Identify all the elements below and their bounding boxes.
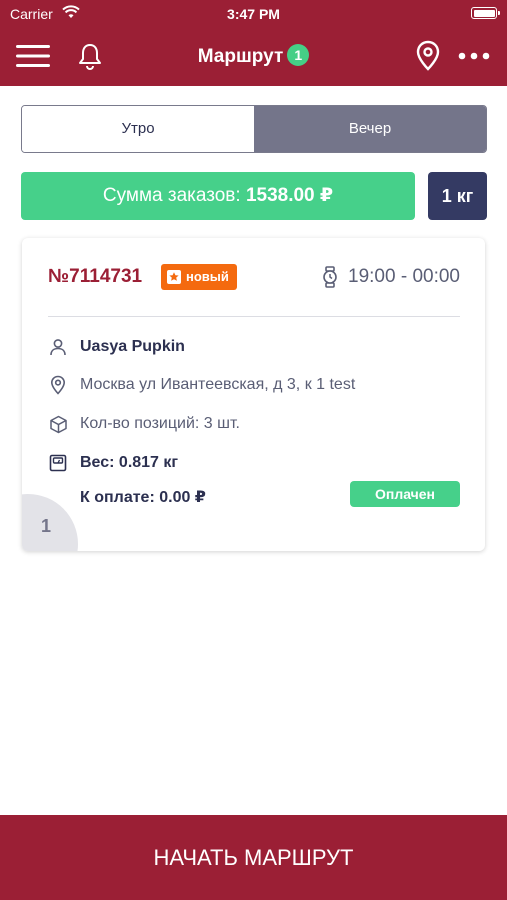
total-weight-box: 1 кг [428, 172, 487, 220]
card-divider [48, 316, 460, 317]
weight-text: Вес: 0.817 кг [80, 454, 179, 471]
delivery-time: 19:00 - 00:00 [322, 266, 460, 288]
sum-label: Сумма заказов: [102, 185, 241, 206]
payment-status-badge: Оплачен [350, 481, 460, 507]
address-row: Москва ул Ивантеевская, д 3, к 1 test [48, 375, 355, 395]
sum-amount: 1538.00 ₽ [245, 185, 334, 206]
delivery-time-text: 19:00 - 00:00 [348, 266, 460, 287]
new-badge: новый [161, 264, 237, 290]
watch-icon [323, 266, 337, 288]
route-count-badge: 1 [287, 44, 310, 66]
clock: 3:47 PM [227, 6, 280, 22]
orders-sum-box: Сумма заказов: 1538.00 ₽ [21, 172, 415, 220]
location-icon[interactable] [406, 32, 450, 80]
customer-name: Uasya Pupkin [80, 338, 185, 355]
star-icon [167, 270, 181, 284]
time-of-day-segment: Утро Вечер [21, 105, 487, 153]
status-bar: Carrier 3:47 PM [0, 0, 507, 28]
customer-row: Uasya Pupkin [48, 337, 185, 357]
battery-icon [471, 7, 500, 19]
app-header: Carrier 3:47 PM Маршрут 1 [0, 0, 507, 86]
segment-evening[interactable]: Вечер [254, 106, 486, 152]
order-index: 1 [41, 516, 52, 536]
scale-icon [48, 453, 68, 473]
segment-morning[interactable]: Утро [22, 106, 254, 152]
nav-bar: Маршрут 1 [0, 32, 507, 80]
more-icon[interactable] [452, 32, 496, 80]
address-text: Москва ул Ивантеевская, д 3, к 1 test [80, 376, 356, 393]
user-icon [48, 337, 68, 357]
box-icon [48, 414, 68, 434]
page-title-text: Маршрут [197, 46, 284, 67]
order-number: №7114731 [48, 266, 143, 287]
quantity-row: Кол-во позиций: 3 шт. [48, 414, 240, 434]
new-badge-label: новый [186, 269, 229, 284]
weight-row: Вес: 0.817 кг [48, 453, 178, 473]
start-route-button[interactable]: НАЧАТЬ МАРШРУТ [0, 815, 507, 900]
pin-icon [48, 375, 68, 395]
to-pay-text: К оплате: 0.00 ₽ [80, 489, 206, 506]
order-card[interactable]: №7114731 новый 19:00 - 00:00 Uasya Pupki… [22, 238, 485, 551]
quantity-text: Кол-во позиций: 3 шт. [80, 415, 240, 432]
